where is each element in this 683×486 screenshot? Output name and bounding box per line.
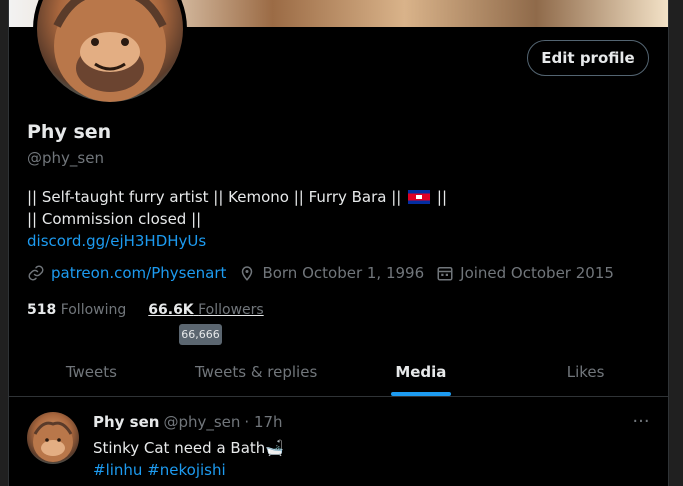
link-icon (28, 265, 44, 281)
tweet-author-name[interactable]: Phy sen (93, 413, 159, 431)
bio-line-1-text: || Self-taught furry artist || Kemono ||… (27, 188, 402, 206)
born-text: Born October 1, 1996 (262, 264, 425, 282)
followers-count: 66.6K (148, 302, 194, 318)
calendar-icon (437, 267, 453, 281)
follow-stats: 518 Following 66.6K Followers (27, 302, 264, 318)
tab-likes[interactable]: Likes (503, 348, 668, 396)
tab-label: Media (395, 363, 447, 381)
tab-label: Tweets (65, 363, 117, 381)
tab-label: Tweets & replies (194, 363, 318, 381)
followers-tooltip: 66,666 (179, 324, 222, 345)
followers-label: Followers (198, 302, 264, 318)
following-label: Following (60, 302, 127, 318)
tweet-hashtags[interactable]: #linhu #nekojishi (93, 459, 226, 481)
avatar-illustration (53, 0, 167, 102)
bio-discord-link[interactable]: discord.gg/ejH3HDHyUs (27, 232, 206, 250)
profile-handle: @phy_sen (27, 149, 104, 167)
tweet-item[interactable]: Phy sen @phy_sen · 17h Stinky Cat need a… (9, 397, 668, 486)
profile-bio: || Self-taught furry artist || Kemono ||… (27, 186, 447, 252)
tab-tweets-replies[interactable]: Tweets & replies (174, 348, 339, 396)
profile-avatar[interactable] (33, 0, 187, 106)
cambodia-flag-icon (408, 190, 431, 204)
profile-name: Phy sen (27, 121, 112, 143)
active-tab-indicator (390, 392, 451, 396)
following-link[interactable]: 518 Following (27, 302, 126, 318)
tab-media[interactable]: Media (339, 348, 504, 396)
avatar-illustration (33, 421, 73, 462)
bio-line-1-end: || (436, 188, 448, 206)
profile-page: Edit profile Phy sen @phy_sen || Self-ta… (8, 0, 669, 486)
tweet-header: Phy sen @phy_sen · 17h (93, 413, 283, 431)
following-count: 518 (27, 302, 57, 318)
more-dots-icon[interactable]: ··· (629, 411, 653, 432)
location-pin-icon (242, 266, 253, 281)
tab-label: Likes (566, 363, 605, 381)
bio-line-2: || Commission closed || (27, 210, 202, 228)
profile-tabs: Tweets Tweets & replies Media Likes (9, 348, 668, 397)
bio-line-1: || Self-taught furry artist || Kemono ||… (27, 186, 447, 208)
tweet-avatar[interactable] (27, 412, 79, 464)
website-item[interactable]: patreon.com/Physenart (27, 264, 226, 282)
tab-tweets[interactable]: Tweets (9, 348, 174, 396)
tweet-text: Stinky Cat need a Bath🛁 (93, 439, 284, 457)
tweet-author-handle[interactable]: @phy_sen (163, 413, 240, 431)
joined-text: Joined October 2015 (460, 264, 614, 282)
joined-item: Joined October 2015 (436, 264, 614, 282)
website-link[interactable]: patreon.com/Physenart (51, 264, 226, 282)
followers-link[interactable]: 66.6K Followers (148, 302, 263, 318)
born-item: Born October 1, 1996 (238, 264, 424, 282)
tweet-time[interactable]: · 17h (244, 413, 282, 431)
edit-profile-button[interactable]: Edit profile (527, 40, 649, 76)
profile-meta: patreon.com/Physenart Born October 1, 19… (27, 264, 626, 282)
